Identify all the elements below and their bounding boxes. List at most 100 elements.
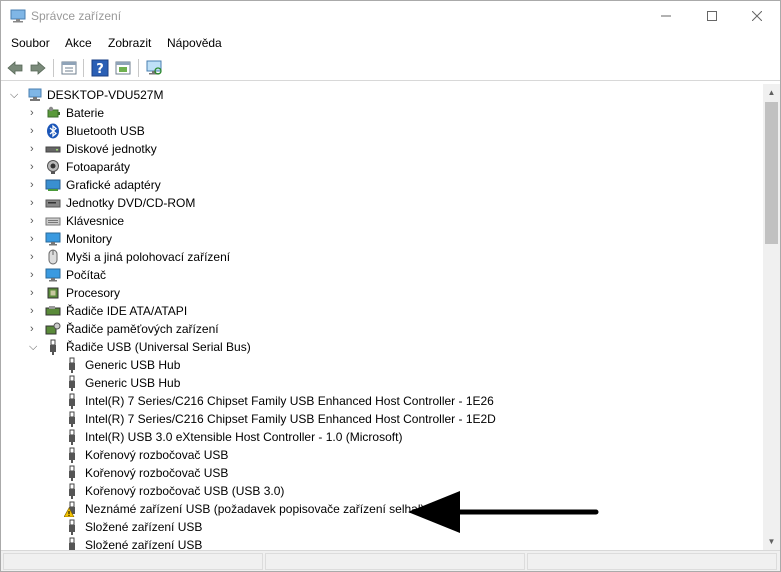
menu-napoveda[interactable]: Nápověda xyxy=(167,36,222,50)
tree-device-unknown-usb[interactable]: Neznámé zařízení USB (požadavek popisova… xyxy=(1,500,761,518)
tree-category[interactable]: › Klávesnice xyxy=(1,212,761,230)
menu-akce[interactable]: Akce xyxy=(65,36,92,50)
tree-device-label: Kořenový rozbočovač USB xyxy=(85,448,229,462)
toolbar-separator xyxy=(138,59,139,77)
tree-device[interactable]: Složené zařízení USB xyxy=(1,536,761,550)
warning-icon xyxy=(64,501,75,517)
status-bar xyxy=(1,550,780,571)
tree-device-label: Kořenový rozbočovač USB (USB 3.0) xyxy=(85,484,285,498)
menu-soubor[interactable]: Soubor xyxy=(11,36,50,50)
usb-device-icon xyxy=(69,483,75,499)
scrollbar-thumb[interactable] xyxy=(765,102,778,244)
scroll-down-arrow-icon[interactable]: ▼ xyxy=(763,533,780,550)
expand-chevron-icon[interactable]: › xyxy=(30,251,40,263)
tree-category-label: Baterie xyxy=(66,106,105,120)
tree-category-label: Diskové jednotky xyxy=(66,142,157,156)
computer-root-icon xyxy=(28,88,42,101)
expand-chevron-icon[interactable]: › xyxy=(30,287,40,299)
keyboard-icon xyxy=(45,217,61,226)
device-manager-window: Správce zařízení Soubor Akce Zobrazit Ná… xyxy=(0,0,781,572)
device-tree[interactable]: ⌵ DESKTOP-VDU527M › Baterie › Bluetooth USB › D… xyxy=(1,84,763,550)
toolbar-separator xyxy=(53,59,54,77)
usb-device-icon xyxy=(69,537,75,550)
minimize-button[interactable] xyxy=(643,1,689,31)
tree-device[interactable]: Intel(R) 7 Series/C216 Chipset Family US… xyxy=(1,410,761,428)
tree-category[interactable]: › Jednotky DVD/CD-ROM xyxy=(1,194,761,212)
expand-chevron-icon[interactable]: › xyxy=(30,233,40,245)
tree-category[interactable]: › Bluetooth USB xyxy=(1,122,761,140)
svg-text:?: ? xyxy=(96,62,104,77)
tree-category-label: Klávesnice xyxy=(66,214,125,228)
collapse-chevron-icon[interactable]: ⌵ xyxy=(10,89,20,101)
dvd-drive-icon xyxy=(45,199,61,208)
title-bar[interactable]: Správce zařízení xyxy=(1,1,780,31)
tree-category-label: Grafické adaptéry xyxy=(66,178,161,192)
tree-category[interactable]: › Počítač xyxy=(1,266,761,284)
usb-device-icon xyxy=(69,393,75,409)
tree-device[interactable]: Kořenový rozbočovač USB xyxy=(1,464,761,482)
usb-device-icon xyxy=(69,519,75,535)
tree-device-label: Generic USB Hub xyxy=(85,358,181,372)
disk-drive-icon xyxy=(45,146,61,153)
update-driver-icon[interactable] xyxy=(114,59,132,77)
ide-controller-icon xyxy=(45,306,61,316)
close-button[interactable] xyxy=(734,1,780,31)
tree-category-label: Řadiče IDE ATA/ATAPI xyxy=(66,304,188,318)
usb-device-icon xyxy=(69,447,75,463)
expand-chevron-icon[interactable]: › xyxy=(30,161,40,173)
tree-device-label: Intel(R) 7 Series/C216 Chipset Family US… xyxy=(85,394,494,408)
scan-hardware-icon[interactable] xyxy=(145,59,163,77)
tree-category[interactable]: › Baterie xyxy=(1,104,761,122)
expand-chevron-icon[interactable]: › xyxy=(30,323,40,335)
tree-category[interactable]: › Procesory xyxy=(1,284,761,302)
expand-chevron-icon[interactable]: › xyxy=(30,305,40,317)
display-adapter-icon xyxy=(45,179,61,191)
collapse-chevron-icon[interactable]: ⌵ xyxy=(29,341,39,353)
tree-category[interactable]: › Grafické adaptéry xyxy=(1,176,761,194)
expand-chevron-icon[interactable]: › xyxy=(30,179,40,191)
tree-device[interactable]: Intel(R) USB 3.0 eXtensible Host Control… xyxy=(1,428,761,446)
tree-root-computer[interactable]: ⌵ DESKTOP-VDU527M xyxy=(1,86,761,104)
storage-controller-icon xyxy=(45,322,61,335)
expand-chevron-icon[interactable]: › xyxy=(30,269,40,281)
tree-category-label: Procesory xyxy=(66,286,121,300)
expand-chevron-icon[interactable]: › xyxy=(30,125,40,137)
properties-icon[interactable] xyxy=(60,59,78,77)
camera-icon xyxy=(47,160,59,174)
tree-device[interactable]: Kořenový rozbočovač USB (USB 3.0) xyxy=(1,482,761,500)
tree-category[interactable]: › Myši a jiná polohovací zařízení xyxy=(1,248,761,266)
tree-category[interactable]: › Diskové jednotky xyxy=(1,140,761,158)
expand-chevron-icon[interactable]: › xyxy=(30,107,40,119)
tree-device[interactable]: Generic USB Hub xyxy=(1,356,761,374)
bluetooth-icon xyxy=(47,123,59,139)
tree-device-label: Složené zařízení USB xyxy=(85,538,203,550)
tree-category-label: Počítač xyxy=(66,268,107,282)
back-arrow-icon[interactable] xyxy=(6,59,24,77)
tree-device[interactable]: Složené zařízení USB xyxy=(1,518,761,536)
toolbar: ? xyxy=(1,55,780,81)
tree-device-label: Neznámé zařízení USB (požadavek popisova… xyxy=(85,502,425,516)
usb-device-icon xyxy=(69,465,75,481)
tree-category-label: Fotoaparáty xyxy=(66,160,131,174)
tree-category[interactable]: › Řadiče paměťových zařízení xyxy=(1,320,761,338)
expand-chevron-icon[interactable]: › xyxy=(30,215,40,227)
tree-category[interactable]: › Monitory xyxy=(1,230,761,248)
maximize-button[interactable] xyxy=(689,1,735,31)
forward-arrow-icon[interactable] xyxy=(29,59,47,77)
window-title: Správce zařízení xyxy=(31,9,122,23)
tree-category[interactable]: › Fotoaparáty xyxy=(1,158,761,176)
help-icon[interactable]: ? xyxy=(91,59,109,77)
scroll-up-arrow-icon[interactable]: ▲ xyxy=(763,84,780,101)
tree-category[interactable]: ⌵ Řadiče USB (Universal Serial Bus) xyxy=(1,338,761,356)
tree-category[interactable]: › Řadiče IDE ATA/ATAPI xyxy=(1,302,761,320)
tree-device[interactable]: Kořenový rozbočovač USB xyxy=(1,446,761,464)
menu-bar: Soubor Akce Zobrazit Nápověda xyxy=(1,32,780,54)
expand-chevron-icon[interactable]: › xyxy=(30,143,40,155)
expand-chevron-icon[interactable]: › xyxy=(30,197,40,209)
vertical-scrollbar[interactable]: ▲ ▼ xyxy=(763,84,780,550)
tree-device[interactable]: Generic USB Hub xyxy=(1,374,761,392)
toolbar-separator xyxy=(83,59,84,77)
menu-zobrazit[interactable]: Zobrazit xyxy=(108,36,151,50)
tree-device[interactable]: Intel(R) 7 Series/C216 Chipset Family US… xyxy=(1,392,761,410)
tree-root-label: DESKTOP-VDU527M xyxy=(47,88,164,102)
